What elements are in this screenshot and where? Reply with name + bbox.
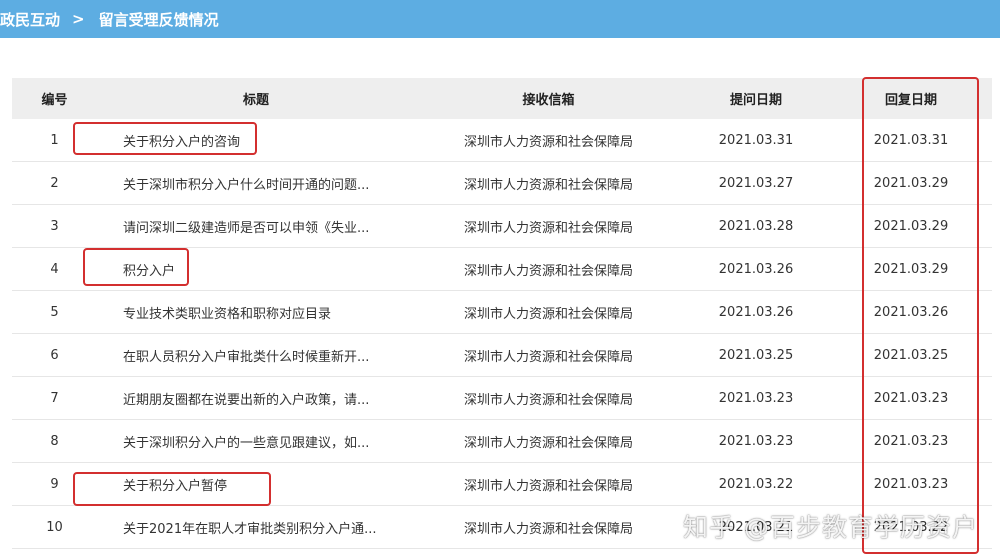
watermark-text: 知乎 @百步教育学历资户 (683, 513, 978, 542)
row-inbox: 深圳市人力资源和社会保障局 (415, 290, 682, 334)
row-ask-date: 2021.03.22 (682, 462, 830, 506)
table-header-row: 编号 标题 接收信箱 提问日期 回复日期 (12, 78, 992, 119)
spacer (0, 38, 1000, 78)
row-inbox: 深圳市人力资源和社会保障局 (415, 462, 682, 506)
table-row[interactable]: 5 专业技术类职业资格和职称对应目录 深圳市人力资源和社会保障局 2021.03… (12, 290, 992, 334)
row-no: 1 (12, 119, 97, 162)
table-row[interactable]: 4 积分入户 深圳市人力资源和社会保障局 2021.03.26 2021.03.… (12, 247, 992, 291)
table-row[interactable]: 8 关于深圳积分入户的一些意见跟建议，如... 深圳市人力资源和社会保障局 20… (12, 419, 992, 463)
table-row[interactable]: 9 关于积分入户暂停 深圳市人力资源和社会保障局 2021.03.22 2021… (12, 462, 992, 506)
table-row[interactable]: 2 关于深圳市积分入户什么时间开通的问题... 深圳市人力资源和社会保障局 20… (12, 161, 992, 205)
row-ask-date: 2021.03.26 (682, 290, 830, 334)
row-ask-date: 2021.03.31 (682, 119, 830, 162)
row-ask-date: 2021.03.28 (682, 204, 830, 248)
row-reply-date: 2021.03.26 (830, 290, 992, 334)
row-ask-date: 2021.03.23 (682, 419, 830, 463)
row-no: 9 (12, 462, 97, 506)
breadcrumb: 政民互动 > 留言受理反馈情况 (0, 0, 1000, 38)
row-title-link[interactable]: 积分入户 (97, 247, 415, 291)
row-reply-date: 2021.03.25 (830, 333, 992, 377)
row-title-link[interactable]: 关于积分入户的咨询 (97, 119, 415, 162)
table-row[interactable]: 7 近期朋友圈都在说要出新的入户政策，请... 深圳市人力资源和社会保障局 20… (12, 376, 992, 420)
row-reply-date: 2021.03.23 (830, 462, 992, 506)
row-inbox: 深圳市人力资源和社会保障局 (415, 419, 682, 463)
row-inbox: 深圳市人力资源和社会保障局 (415, 204, 682, 248)
row-no: 4 (12, 247, 97, 291)
breadcrumb-separator: > (72, 10, 85, 28)
header-no: 编号 (12, 78, 97, 119)
header-reply-date: 回复日期 (830, 78, 992, 119)
row-title-link[interactable]: 关于2021年在职人才审批类别积分入户通... (97, 505, 415, 549)
row-title-link[interactable]: 关于积分入户暂停 (97, 462, 415, 506)
row-inbox: 深圳市人力资源和社会保障局 (415, 161, 682, 205)
row-no: 8 (12, 419, 97, 463)
row-reply-date: 2021.03.31 (830, 119, 992, 162)
page: 政民互动 > 留言受理反馈情况 编号 标题 接收信箱 提问日期 回复日期 1 关… (0, 0, 1000, 558)
row-title-link[interactable]: 近期朋友圈都在说要出新的入户政策，请... (97, 376, 415, 420)
row-title-link[interactable]: 关于深圳市积分入户什么时间开通的问题... (97, 161, 415, 205)
row-no: 6 (12, 333, 97, 377)
row-reply-date: 2021.03.29 (830, 204, 992, 248)
row-title-link[interactable]: 关于深圳积分入户的一些意见跟建议，如... (97, 419, 415, 463)
row-no: 3 (12, 204, 97, 248)
row-reply-date: 2021.03.29 (830, 247, 992, 291)
row-reply-date: 2021.03.29 (830, 161, 992, 205)
row-title-link[interactable]: 在职人员积分入户审批类什么时候重新开... (97, 333, 415, 377)
row-ask-date: 2021.03.25 (682, 333, 830, 377)
header-ask-date: 提问日期 (682, 78, 830, 119)
header-title: 标题 (97, 78, 415, 119)
row-inbox: 深圳市人力资源和社会保障局 (415, 333, 682, 377)
row-title-link[interactable]: 专业技术类职业资格和职称对应目录 (97, 290, 415, 334)
row-inbox: 深圳市人力资源和社会保障局 (415, 505, 682, 549)
row-no: 10 (12, 505, 97, 549)
breadcrumb-current: 留言受理反馈情况 (98, 10, 219, 29)
row-inbox: 深圳市人力资源和社会保障局 (415, 119, 682, 162)
message-table: 编号 标题 接收信箱 提问日期 回复日期 1 关于积分入户的咨询 深圳市人力资源… (12, 78, 992, 549)
row-inbox: 深圳市人力资源和社会保障局 (415, 376, 682, 420)
row-no: 2 (12, 161, 97, 205)
row-inbox: 深圳市人力资源和社会保障局 (415, 247, 682, 291)
table-row[interactable]: 6 在职人员积分入户审批类什么时候重新开... 深圳市人力资源和社会保障局 20… (12, 333, 992, 377)
row-no: 7 (12, 376, 97, 420)
row-no: 5 (12, 290, 97, 334)
row-ask-date: 2021.03.26 (682, 247, 830, 291)
breadcrumb-home-link[interactable]: 政民互动 (0, 9, 60, 30)
header-inbox: 接收信箱 (415, 78, 682, 119)
row-title-link[interactable]: 请问深圳二级建造师是否可以申领《失业... (97, 204, 415, 248)
row-ask-date: 2021.03.27 (682, 161, 830, 205)
row-ask-date: 2021.03.23 (682, 376, 830, 420)
table-row[interactable]: 3 请问深圳二级建造师是否可以申领《失业... 深圳市人力资源和社会保障局 20… (12, 204, 992, 248)
table-row[interactable]: 1 关于积分入户的咨询 深圳市人力资源和社会保障局 2021.03.31 202… (12, 119, 992, 162)
row-reply-date: 2021.03.23 (830, 376, 992, 420)
row-reply-date: 2021.03.23 (830, 419, 992, 463)
